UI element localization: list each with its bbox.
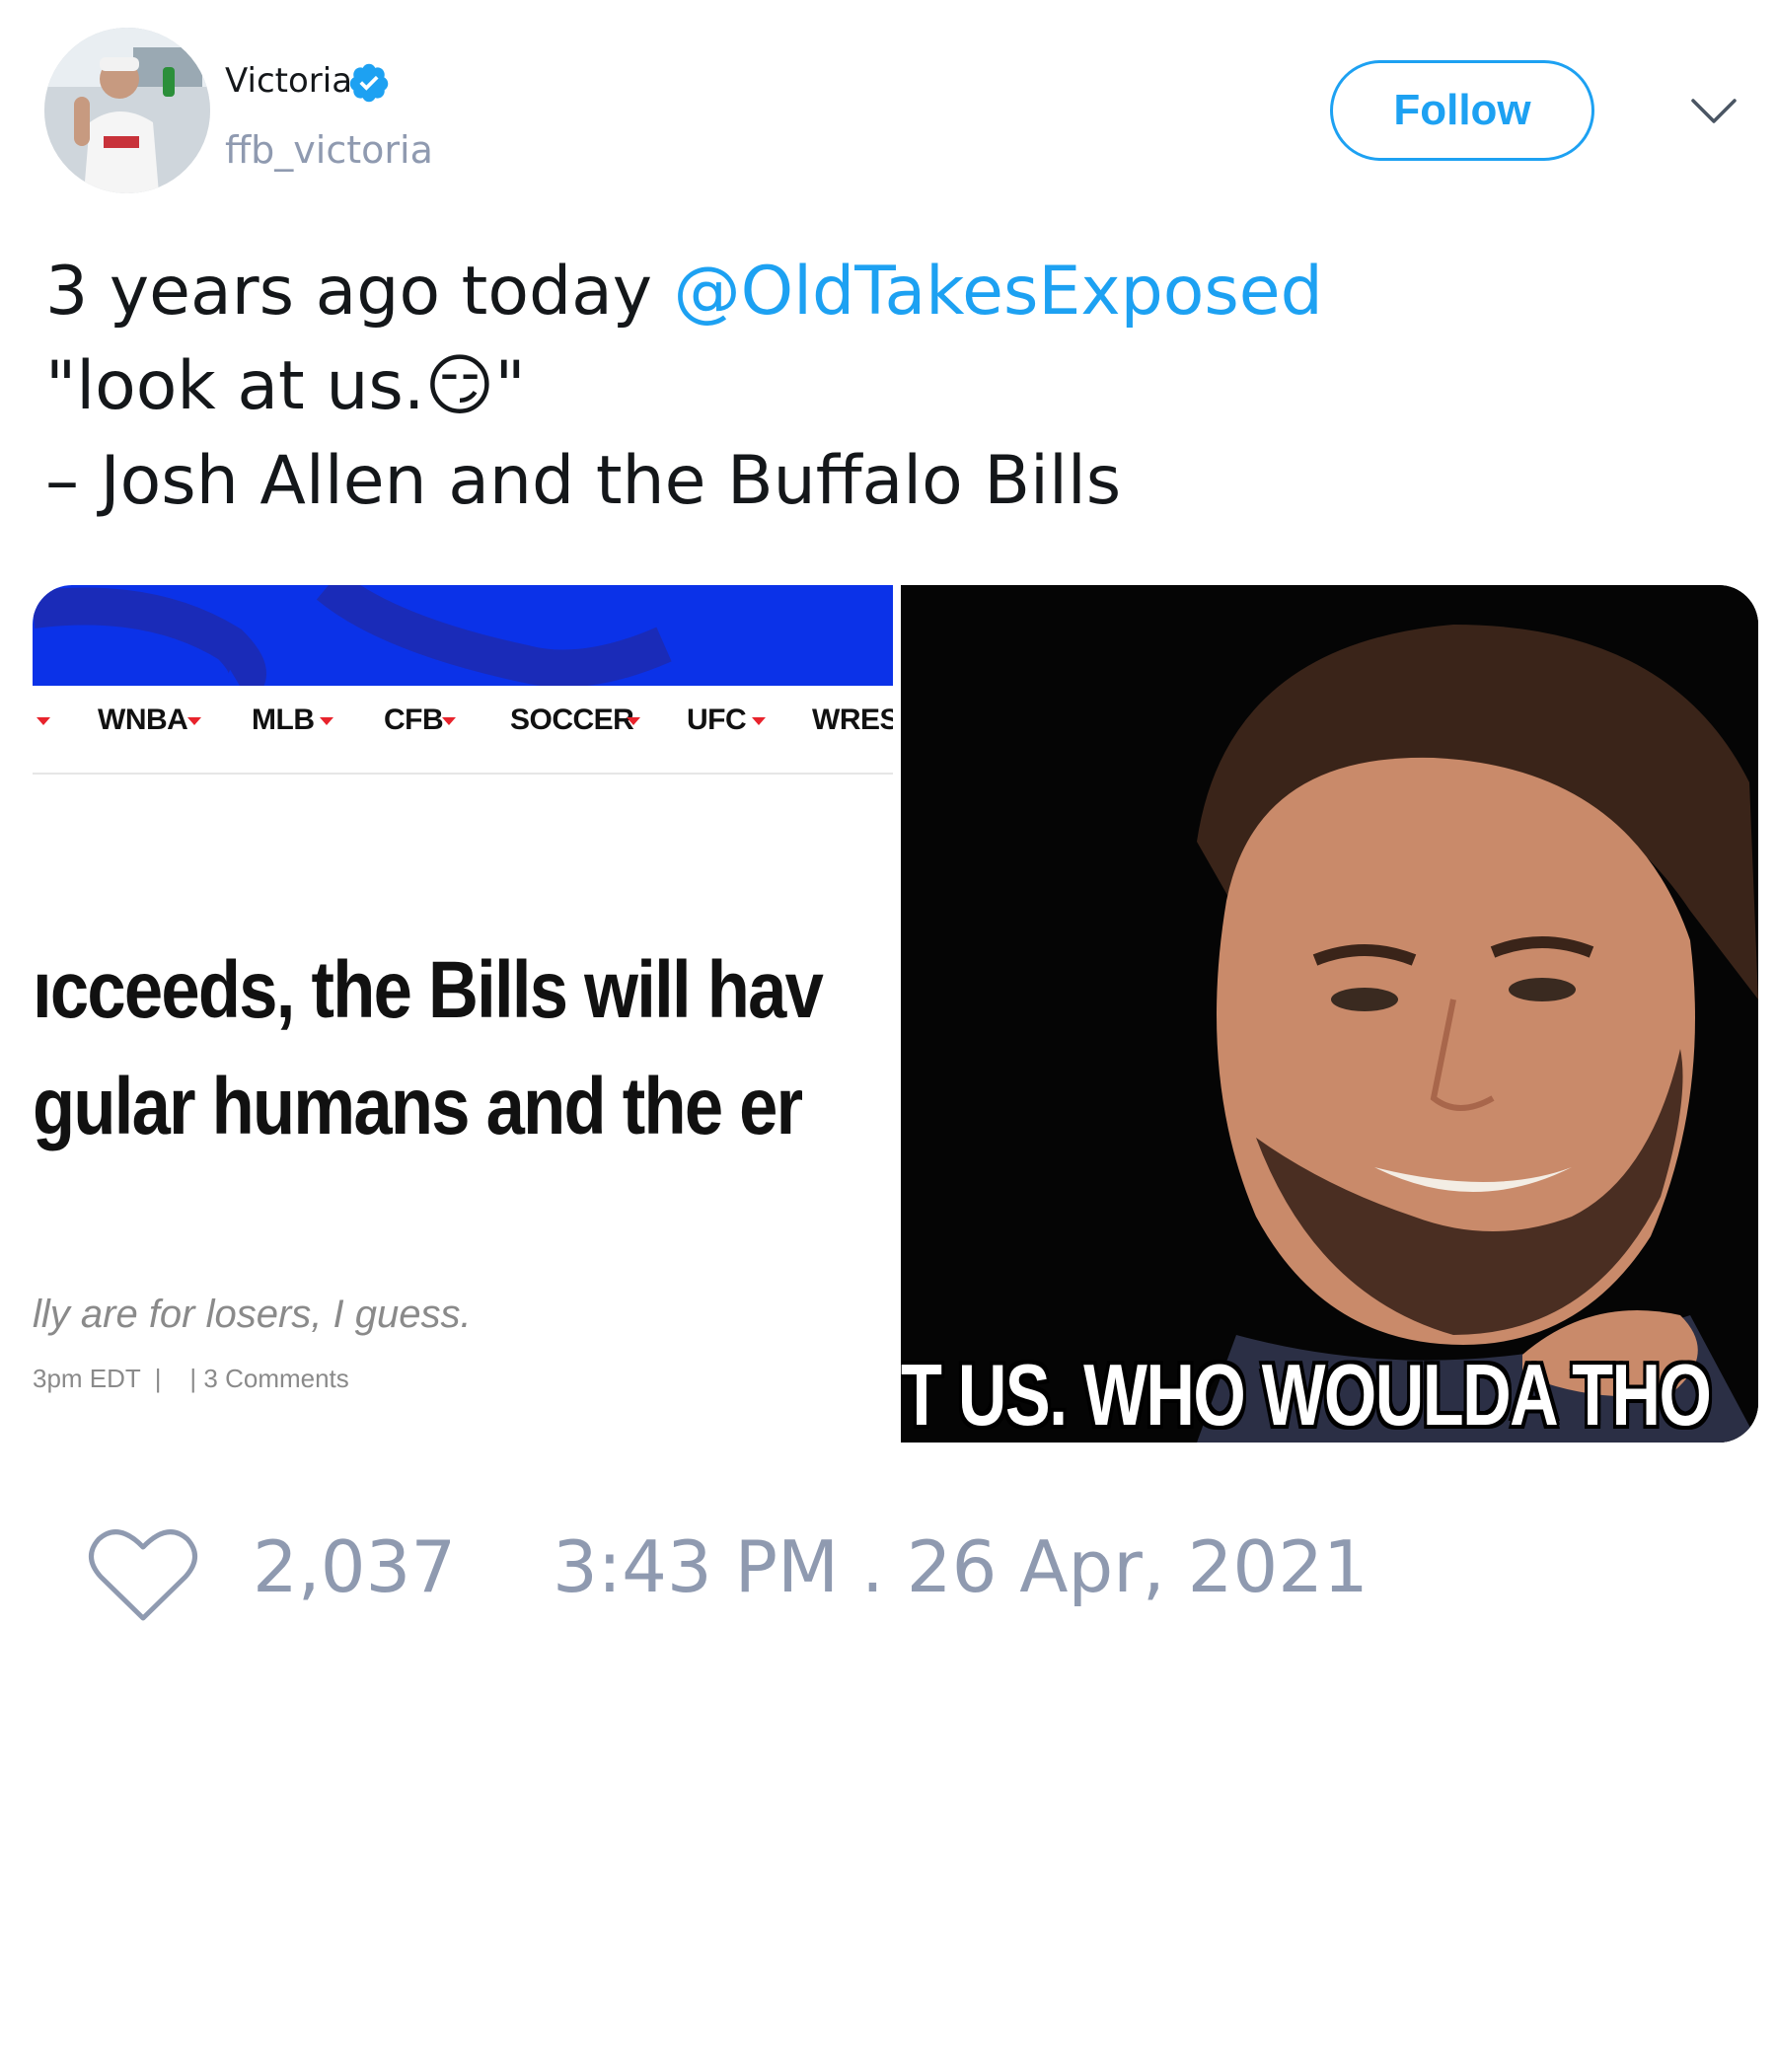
nav-caret-icon [187,717,201,725]
nav-caret-icon [442,717,456,725]
chevron-down-icon[interactable] [1689,87,1739,136]
display-name[interactable]: Victoria [225,61,352,101]
nav-item-wrestling[interactable]: WREST [812,703,893,737]
article-meta: 3pm EDT | | 3 Comments [33,1364,349,1393]
tweet-timestamp[interactable]: 3:43 PM . 26 Apr, 2021 [553,1525,1369,1608]
article-subtitle: lly are for losers, I guess. [33,1293,472,1336]
tweet-text-line2: "look at us.😏" [45,347,526,425]
nav-caret-icon [37,717,50,725]
nav-caret-icon [627,717,640,725]
nav-item-wnba[interactable]: WNBA [98,703,188,737]
mention-link[interactable]: @OldTakesExposed [674,253,1323,331]
avatar-photo [44,28,210,193]
tweet-media[interactable]: WNBA MLB CFB SOCCER UFC WREST ıcceeds, t… [33,585,1758,1443]
nav-item-soccer[interactable]: SOCCER [510,703,634,737]
tweet-text-line1: 3 years ago today [45,253,674,331]
meme-photo [901,585,1758,1443]
nav-item-ufc[interactable]: UFC [687,703,747,737]
avatar[interactable] [44,28,210,193]
article-headline: ıcceeds, the Bills will hav gular humans… [33,932,824,1165]
like-count: 2,037 [253,1525,457,1608]
nav-item-cfb[interactable]: CFB [384,703,444,737]
nav-caret-icon [320,717,333,725]
heart-icon[interactable] [87,1525,199,1624]
site-banner [33,585,893,703]
banner-swoosh-graphic [33,585,672,703]
tweet-text-line3: – Josh Allen and the Buffalo Bills [45,442,1122,520]
verified-badge-icon [349,63,389,103]
nav-caret-icon [752,717,766,725]
follow-button[interactable]: Follow [1330,60,1594,161]
headline-line1: ıcceeds, the Bills will hav [33,945,824,1035]
meme-caption: T US. WHO WOULDA THO [901,1346,1712,1443]
tweet-body: 3 years ago today @OldTakesExposed "look… [45,245,1323,529]
nav-item-mlb[interactable]: MLB [252,703,315,737]
user-handle[interactable]: ffb_victoria [225,128,433,172]
meme-image[interactable]: T US. WHO WOULDA THO [901,585,1758,1443]
article-screenshot[interactable]: WNBA MLB CFB SOCCER UFC WREST ıcceeds, t… [33,585,893,1443]
headline-line2: gular humans and the er [33,1062,803,1151]
tweet-card: Victoria ffb_victoria Follow 3 years ago… [0,0,1776,2072]
